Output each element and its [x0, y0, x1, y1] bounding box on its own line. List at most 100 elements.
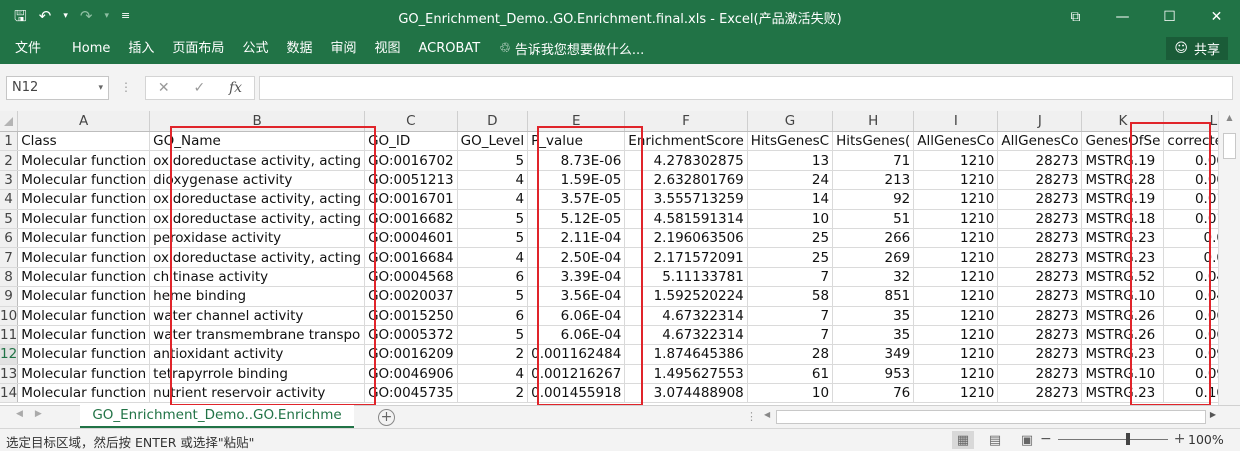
- data-cell[interactable]: 0.001216267: [527, 364, 626, 385]
- data-cell[interactable]: MSTRG.19: [1081, 150, 1165, 171]
- data-cell[interactable]: Molecular function: [17, 247, 151, 268]
- tell-me-search[interactable]: ♲ 告诉我您想要做什么...: [489, 39, 644, 58]
- data-cell[interactable]: 10: [747, 209, 834, 229]
- data-cell[interactable]: GO:0016701: [364, 189, 458, 210]
- minimize-icon[interactable]: —: [1099, 0, 1146, 33]
- data-cell[interactable]: chitinase activity: [149, 267, 366, 288]
- data-cell[interactable]: 4.67322314: [624, 306, 748, 326]
- header-cell[interactable]: GenesOfSe: [1081, 131, 1165, 152]
- row-header[interactable]: 5: [0, 209, 19, 229]
- ribbon-display-options-icon[interactable]: ⧉: [1052, 0, 1099, 33]
- column-header-j[interactable]: J: [997, 111, 1083, 132]
- data-cell[interactable]: 6.06E-04: [527, 325, 626, 346]
- column-header-f[interactable]: F: [624, 111, 748, 132]
- data-cell[interactable]: 1210: [913, 286, 999, 307]
- column-header-h[interactable]: H: [832, 111, 915, 132]
- column-header-e[interactable]: E: [527, 111, 626, 132]
- column-header-b[interactable]: B: [149, 111, 366, 132]
- row-header[interactable]: 7: [0, 247, 19, 268]
- row-header[interactable]: 1: [0, 131, 19, 152]
- data-cell[interactable]: oxidoreductase activity, acting: [149, 209, 366, 229]
- data-cell[interactable]: 5: [457, 228, 529, 249]
- data-cell[interactable]: 213: [832, 170, 915, 191]
- close-icon[interactable]: ✕: [1193, 0, 1240, 33]
- data-cell[interactable]: 851: [832, 286, 915, 307]
- data-cell[interactable]: GO:0020037: [364, 286, 458, 307]
- data-cell[interactable]: 349: [832, 344, 915, 365]
- data-cell[interactable]: 1.592520224: [624, 286, 748, 307]
- data-cell[interactable]: 0.001455918: [527, 383, 626, 404]
- redo-icon[interactable]: ↷: [80, 6, 93, 26]
- data-cell[interactable]: 61: [747, 364, 834, 385]
- data-cell[interactable]: 0.001162484: [527, 344, 626, 365]
- data-cell[interactable]: 58: [747, 286, 834, 307]
- data-cell[interactable]: 4.278302875: [624, 150, 748, 171]
- page-layout-view-icon[interactable]: ▤: [984, 431, 1006, 449]
- data-cell[interactable]: 28273: [997, 383, 1083, 404]
- column-header-c[interactable]: C: [364, 111, 458, 132]
- data-cell[interactable]: 1.495627553: [624, 364, 748, 385]
- data-cell[interactable]: Molecular function: [17, 344, 151, 365]
- data-cell[interactable]: MSTRG.10: [1081, 364, 1165, 385]
- select-all-corner[interactable]: [0, 111, 19, 132]
- data-cell[interactable]: MSTRG.23: [1081, 383, 1165, 404]
- data-cell[interactable]: nutrient reservoir activity: [149, 383, 366, 404]
- chevron-down-icon[interactable]: ▾: [98, 77, 103, 99]
- data-cell[interactable]: 4: [457, 189, 529, 210]
- tab-file[interactable]: 文件: [6, 40, 50, 58]
- data-cell[interactable]: GO:0016682: [364, 209, 458, 229]
- data-cell[interactable]: 24: [747, 170, 834, 191]
- data-cell[interactable]: 5: [457, 325, 529, 346]
- normal-view-icon[interactable]: ▦: [952, 431, 974, 449]
- share-button[interactable]: ☺ 共享: [1166, 37, 1228, 60]
- data-cell[interactable]: 4: [457, 364, 529, 385]
- zoom-in-icon[interactable]: +: [1174, 431, 1186, 447]
- data-cell[interactable]: Molecular function: [17, 189, 151, 210]
- data-cell[interactable]: 28273: [997, 209, 1083, 229]
- vertical-scrollbar[interactable]: ▲: [1218, 111, 1240, 405]
- data-cell[interactable]: 25: [747, 247, 834, 268]
- data-cell[interactable]: 4: [457, 170, 529, 191]
- data-cell[interactable]: 3.074488908: [624, 383, 748, 404]
- data-cell[interactable]: MSTRG.23: [1081, 228, 1165, 249]
- data-cell[interactable]: 1210: [913, 267, 999, 288]
- data-cell[interactable]: 32: [832, 267, 915, 288]
- data-cell[interactable]: 28273: [997, 247, 1083, 268]
- data-cell[interactable]: 13: [747, 150, 834, 171]
- data-cell[interactable]: MSTRG.26: [1081, 325, 1165, 346]
- data-cell[interactable]: MSTRG.10: [1081, 286, 1165, 307]
- sheet-tab-active[interactable]: GO_Enrichment_Demo..GO.Enrichme: [80, 405, 354, 429]
- sheet-nav-arrows[interactable]: ◀▶: [16, 409, 54, 419]
- data-cell[interactable]: 28273: [997, 189, 1083, 210]
- data-cell[interactable]: MSTRG.26: [1081, 306, 1165, 326]
- header-cell[interactable]: AllGenesCo: [913, 131, 999, 152]
- data-cell[interactable]: GO:0046906: [364, 364, 458, 385]
- row-header[interactable]: 4: [0, 189, 19, 210]
- horizontal-scrollbar[interactable]: ◀ ▶: [762, 408, 1218, 426]
- data-cell[interactable]: 1210: [913, 189, 999, 210]
- data-cell[interactable]: 10: [747, 383, 834, 404]
- data-cell[interactable]: tetrapyrrole binding: [149, 364, 366, 385]
- row-header[interactable]: 13: [0, 364, 19, 385]
- data-cell[interactable]: Molecular function: [17, 228, 151, 249]
- column-header-g[interactable]: G: [747, 111, 834, 132]
- data-cell[interactable]: 28273: [997, 344, 1083, 365]
- data-cell[interactable]: 1210: [913, 364, 999, 385]
- zoom-slider[interactable]: − +: [1040, 431, 1185, 447]
- data-cell[interactable]: 1.874645386: [624, 344, 748, 365]
- data-cell[interactable]: Molecular function: [17, 286, 151, 307]
- data-cell[interactable]: 28273: [997, 306, 1083, 326]
- data-cell[interactable]: 2.50E-04: [527, 247, 626, 268]
- data-cell[interactable]: Molecular function: [17, 306, 151, 326]
- header-cell[interactable]: GO_ID: [364, 131, 458, 152]
- data-cell[interactable]: 1210: [913, 306, 999, 326]
- data-cell[interactable]: GO:0016702: [364, 150, 458, 171]
- data-cell[interactable]: 76: [832, 383, 915, 404]
- data-cell[interactable]: 1210: [913, 344, 999, 365]
- data-cell[interactable]: 1210: [913, 150, 999, 171]
- undo-icon[interactable]: ↶: [39, 6, 52, 26]
- data-cell[interactable]: 1210: [913, 170, 999, 191]
- data-cell[interactable]: 1.59E-05: [527, 170, 626, 191]
- data-cell[interactable]: 1210: [913, 325, 999, 346]
- customize-toolbar-icon[interactable]: ≡: [121, 6, 130, 26]
